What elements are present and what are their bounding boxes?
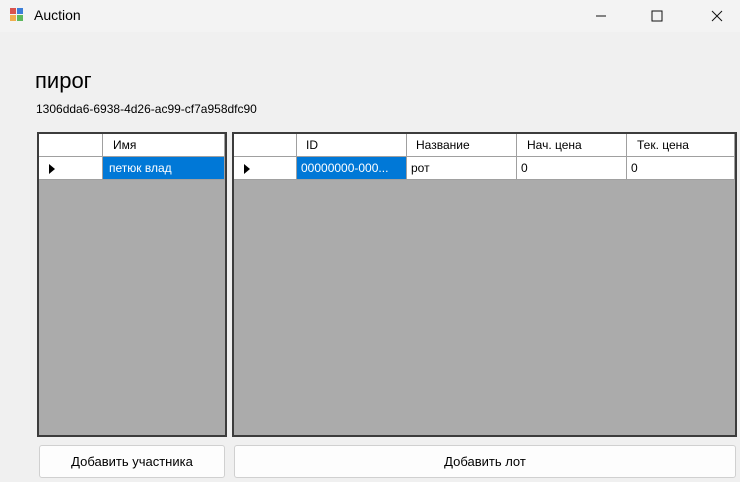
lot-start-price-cell[interactable]: 0 xyxy=(517,157,627,180)
current-row-arrow-icon xyxy=(244,164,250,174)
auction-id: 1306dda6-6938-4d26-ac99-cf7a958dfc90 xyxy=(36,102,257,116)
lot-current-price-cell[interactable]: 0 xyxy=(627,157,735,180)
column-header-start-price[interactable]: Нач. цена xyxy=(517,134,627,157)
participant-name-cell[interactable]: петюк влад xyxy=(103,157,225,180)
column-header-id[interactable]: ID xyxy=(297,134,407,157)
close-icon xyxy=(711,10,723,22)
lots-grid[interactable]: ID Название Нач. цена Тек. цена 00000000… xyxy=(232,132,737,437)
add-participant-button[interactable]: Добавить участника xyxy=(39,445,225,478)
lot-title-cell[interactable]: рот xyxy=(407,157,517,180)
maximize-icon xyxy=(651,10,663,22)
close-button[interactable] xyxy=(694,0,740,32)
column-header-current-price[interactable]: Тек. цена xyxy=(627,134,735,157)
window-title: Auction xyxy=(34,7,81,23)
column-header-title[interactable]: Название xyxy=(407,134,517,157)
lot-id-cell[interactable]: 00000000-000... xyxy=(297,157,407,180)
row-header[interactable] xyxy=(39,157,103,180)
current-row-arrow-icon xyxy=(49,164,55,174)
row-header[interactable] xyxy=(234,157,297,180)
maximize-button[interactable] xyxy=(634,0,680,32)
row-header-corner xyxy=(39,134,103,157)
title-bar: Auction xyxy=(0,0,740,32)
participants-grid[interactable]: Имя петюк влад xyxy=(37,132,227,437)
minimize-button[interactable] xyxy=(578,0,624,32)
page-title: пирог xyxy=(35,68,92,93)
add-lot-button[interactable]: Добавить лот xyxy=(234,445,736,478)
minimize-icon xyxy=(596,15,606,17)
app-icon xyxy=(10,8,24,22)
row-header-corner xyxy=(234,134,297,157)
column-header-name[interactable]: Имя xyxy=(103,134,225,157)
